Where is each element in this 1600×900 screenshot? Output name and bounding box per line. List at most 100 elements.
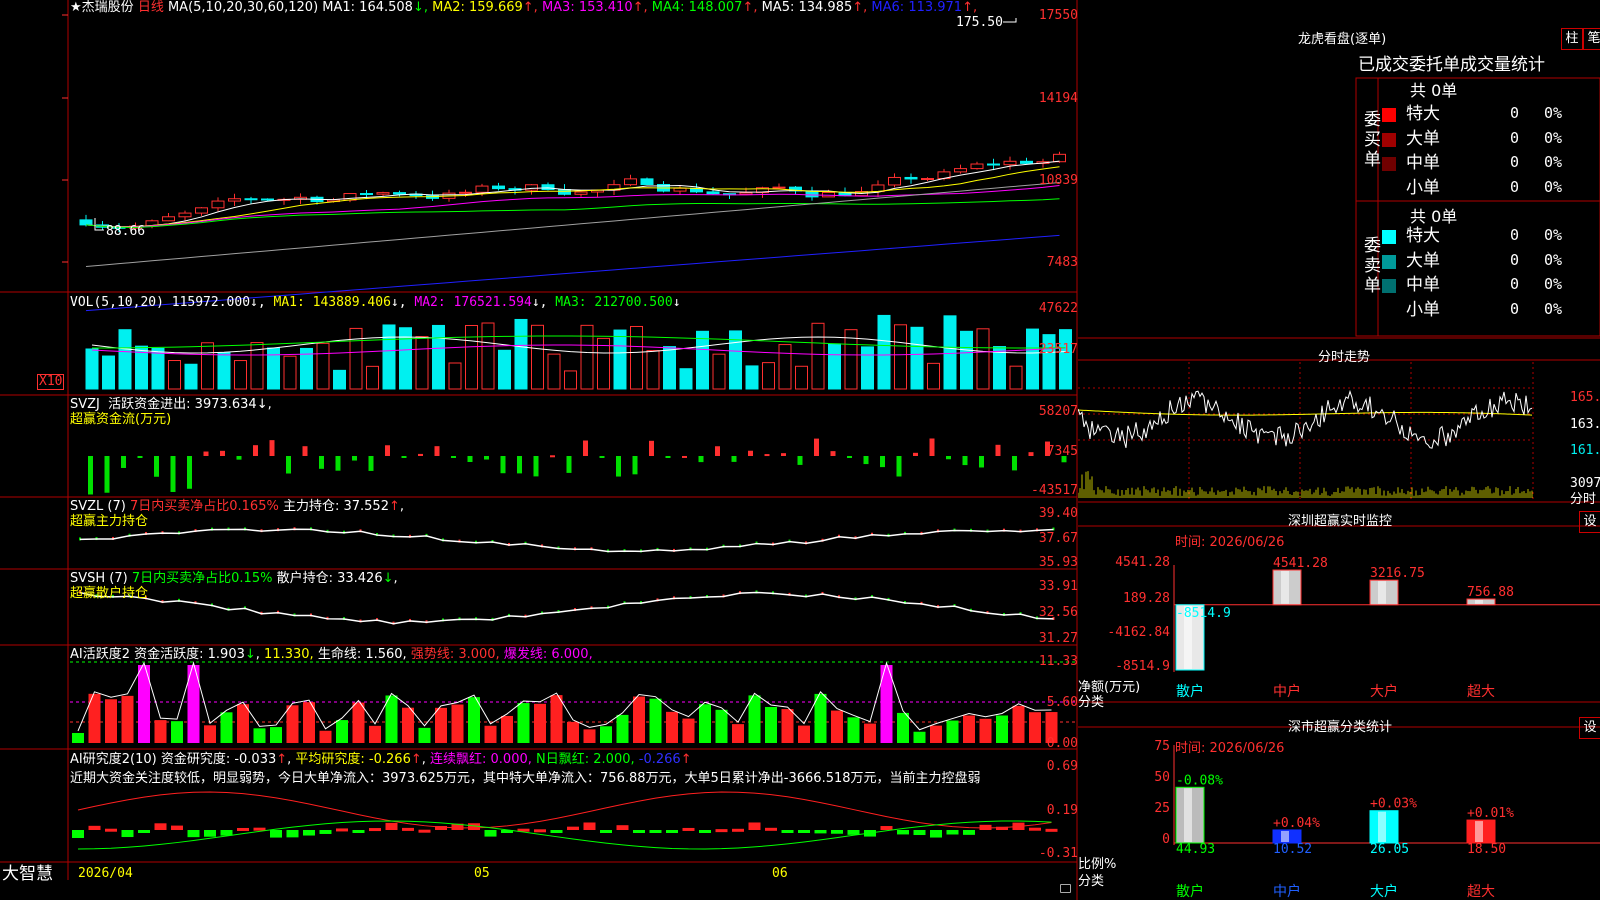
category-label: 中户 [1273, 883, 1301, 900]
category-label: 大户 [1370, 683, 1398, 700]
svsh-header: SVSH (7) 7日内买卖净占比0.15% 散户持仓: 33.426↓, [70, 571, 398, 586]
flow-bar [517, 456, 522, 474]
research-bar [352, 830, 365, 833]
candle [739, 192, 753, 195]
research-bar [319, 830, 332, 834]
activity-bar [913, 731, 926, 743]
activity-bar [765, 706, 777, 743]
category-label: 大户 [1370, 883, 1398, 900]
research-bar [930, 830, 942, 838]
flow-bar [401, 456, 407, 458]
flow-bar [451, 456, 456, 458]
activity-bar [946, 720, 959, 743]
classify-title: 深市超赢分类统计 [1288, 720, 1393, 735]
flow-bar [698, 456, 704, 463]
kline-header: ★杰瑞股份 日线 MA(5,10,20,30,60,120) MA1: 164.… [70, 0, 977, 15]
research-bar [781, 830, 794, 833]
monitor-settings-button[interactable]: 设 [1579, 511, 1600, 533]
legend-swatch [1382, 230, 1396, 244]
research-bar [847, 830, 860, 835]
fenshi-vol: 3097 [1570, 476, 1600, 491]
lock-icon[interactable] [1060, 884, 1071, 893]
research-bar [138, 830, 150, 833]
order-percent: 0% [1544, 128, 1563, 147]
activity-bar [402, 707, 414, 743]
flow-bar [814, 438, 819, 456]
bar-highlight [1475, 599, 1483, 604]
order-percent: 0% [1544, 226, 1563, 244]
ai2-header: AI研究度2(10) 资金研究度: -0.033↑, 平均研究度: -0.266… [70, 752, 692, 767]
lhb-header: 已成交委托单成交量统计 [1358, 55, 1545, 75]
vol-unit-badge[interactable]: X10 [37, 374, 65, 390]
research-bar [303, 830, 315, 836]
candle [492, 185, 505, 190]
flow-bar [748, 450, 753, 456]
y-tick-label: -8514.9 [1115, 659, 1170, 674]
bar-mode-button[interactable]: 柱 [1561, 28, 1583, 50]
research-bar [336, 828, 348, 832]
order-count: 0 [1510, 153, 1520, 171]
candle [673, 187, 687, 192]
flow-bar [352, 456, 357, 461]
bar-highlight [1378, 811, 1386, 842]
svsh-legend: 超赢散户持仓 [70, 586, 149, 601]
volume-bar [877, 314, 891, 390]
activity-bar [369, 725, 381, 743]
activity-bar [237, 704, 249, 743]
candle [261, 198, 274, 201]
candle [987, 163, 1000, 166]
chart-area[interactable]: ★杰瑞股份 日线 MA(5,10,20,30,60,120) MA1: 164.… [0, 0, 1078, 900]
research-bar [963, 830, 975, 835]
volume-bar [267, 347, 280, 390]
stock-name: 杰瑞股份 [81, 0, 134, 15]
activity-bar [748, 695, 761, 743]
bar-value-label: +0.04% [1273, 816, 1320, 831]
candle [640, 178, 654, 185]
vol-header: VOL(5,10,20) 115972.000↓, MA1: 143889.40… [70, 295, 681, 310]
order-size-label: 小单 [1406, 299, 1440, 320]
volume-bar [118, 329, 132, 390]
research-bar [699, 830, 711, 833]
volume-bar [976, 328, 990, 390]
y-tick: -43517 [1031, 483, 1078, 498]
fenshi-vol-unit: 分时 [1570, 492, 1597, 507]
classify-settings-button[interactable]: 设 [1579, 717, 1600, 739]
activity-bar [121, 695, 134, 743]
category-label: 超大 [1467, 884, 1495, 900]
research-bar [567, 826, 579, 830]
candle [376, 192, 390, 195]
flow-bar [632, 456, 638, 475]
activity-bar [996, 715, 1008, 743]
volume-bar [646, 350, 660, 390]
flow-bar [203, 451, 209, 456]
bar-percent-label: 10.52 [1273, 842, 1312, 857]
period-label[interactable]: 日线 [138, 0, 164, 15]
research-bar [154, 823, 167, 830]
research-bar [220, 830, 233, 836]
activity-bar [682, 718, 695, 743]
main-hold-line [79, 528, 1054, 553]
fenshi-price: 165.2 [1570, 390, 1600, 405]
volume-bar [1009, 365, 1023, 390]
research-bar [913, 830, 926, 836]
y-tick: 17550 [1038, 8, 1078, 23]
y-tick-label: 0 [1162, 832, 1170, 847]
ma-line [85, 198, 1060, 228]
research-bar [171, 825, 183, 830]
tick-mode-button[interactable]: 笔 [1583, 28, 1600, 50]
order-count: 0 [1510, 250, 1520, 269]
svzl-legend: 超赢主力持仓 [70, 514, 149, 529]
category-label: 散户 [1176, 883, 1204, 900]
favorite-star-icon[interactable]: ★ [70, 0, 82, 15]
volume-bar [151, 347, 165, 390]
volume-bar [778, 344, 792, 390]
activity-bar [435, 707, 447, 743]
volume-bar [415, 336, 429, 390]
activity-bar [385, 695, 398, 743]
candle [904, 176, 918, 180]
flow-bar [154, 456, 159, 477]
bar-value-label: -8514.9 [1176, 606, 1231, 621]
y-tick-label: 50 [1154, 770, 1170, 785]
activity-bar [847, 717, 860, 743]
flow-bar [649, 440, 654, 456]
